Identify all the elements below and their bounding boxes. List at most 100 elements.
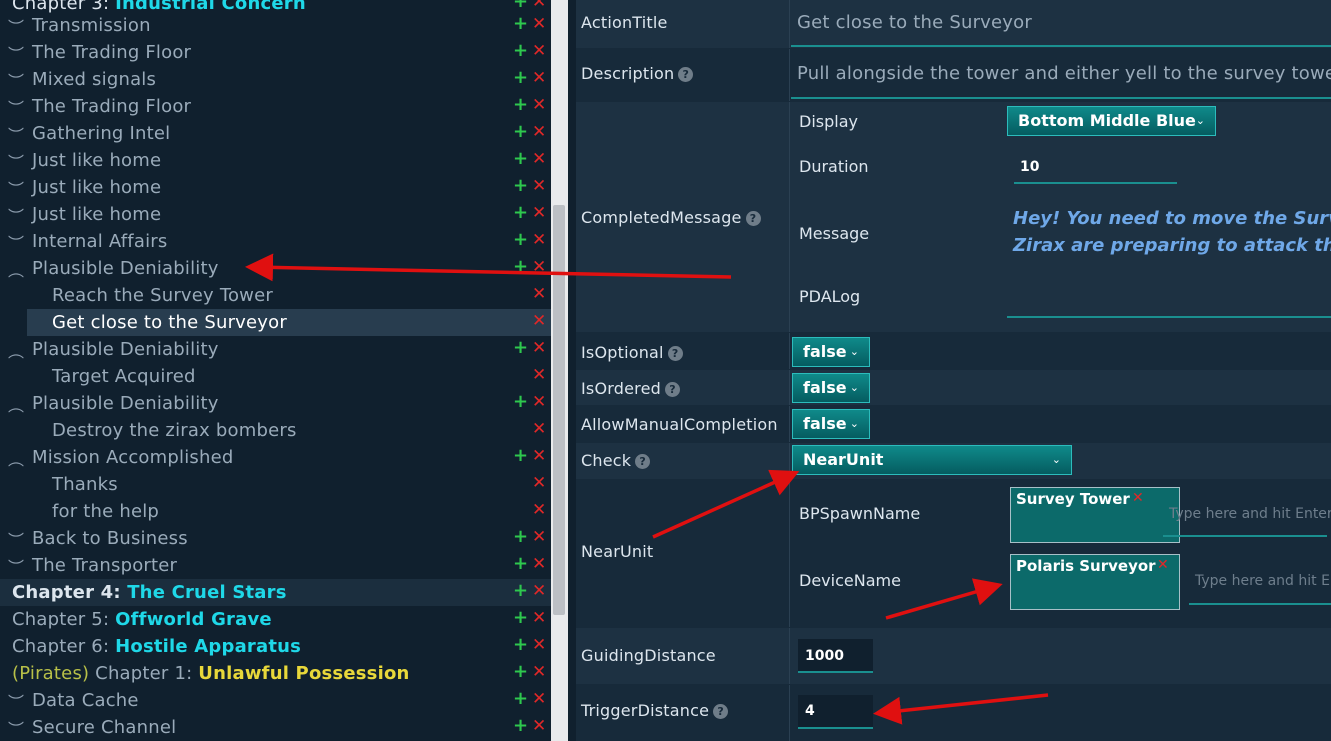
help-icon[interactable]: ? <box>713 704 729 719</box>
collapse-caret-icon[interactable]: ︶ <box>8 716 26 740</box>
allow-manual-dropdown[interactable]: false ⌄ <box>792 409 870 439</box>
collapse-caret-icon[interactable]: ︶ <box>8 122 26 146</box>
collapse-caret-icon[interactable]: ︶ <box>8 554 26 578</box>
tree-chapter-6[interactable]: Chapter 6: Hostile Apparatus + ✕ <box>0 633 551 660</box>
delete-icon[interactable]: ✕ <box>532 284 546 304</box>
tree-scrollbar[interactable] <box>551 0 568 741</box>
help-icon[interactable]: ? <box>635 454 651 469</box>
is-ordered-dropdown[interactable]: false ⌄ <box>792 373 870 403</box>
delete-icon[interactable]: ✕ <box>532 365 546 385</box>
delete-icon[interactable]: ✕ <box>532 257 546 277</box>
delete-icon[interactable]: ✕ <box>532 689 546 709</box>
add-icon[interactable]: + <box>513 202 528 223</box>
collapse-caret-icon[interactable]: ︶ <box>8 68 26 92</box>
help-icon[interactable]: ? <box>664 382 680 397</box>
delete-icon[interactable]: ✕ <box>532 716 546 736</box>
remove-tag-icon[interactable]: ✕ <box>1157 557 1169 573</box>
delete-icon[interactable]: ✕ <box>532 68 546 88</box>
tree-pirates-chapter-1[interactable]: (Pirates) Chapter 1: Unlawful Possession… <box>0 660 551 687</box>
expand-caret-icon[interactable]: ︵ <box>8 392 26 416</box>
collapse-caret-icon[interactable]: ︶ <box>8 527 26 551</box>
add-icon[interactable]: + <box>513 715 528 736</box>
delete-icon[interactable]: ✕ <box>532 338 546 358</box>
action-title-input[interactable]: Get close to the Surveyor <box>797 12 1032 33</box>
tree-item[interactable]: ︵ Plausible Deniability + ✕ <box>0 336 551 363</box>
tree-chapter-4[interactable]: Chapter 4: The Cruel Stars + ✕ <box>0 579 551 606</box>
add-icon[interactable]: + <box>513 661 528 682</box>
collapse-caret-icon[interactable]: ︶ <box>8 41 26 65</box>
add-icon[interactable]: + <box>513 94 528 115</box>
remove-tag-icon[interactable]: ✕ <box>1132 490 1144 506</box>
scrollbar-thumb[interactable] <box>553 205 565 615</box>
delete-icon[interactable]: ✕ <box>532 500 546 520</box>
tree-item[interactable]: ︶ The Trading Floor + ✕ <box>0 93 551 120</box>
tree-item[interactable]: ︶ The Transporter + ✕ <box>0 552 551 579</box>
tree-leaf[interactable]: Destroy the zirax bombers ✕ <box>0 417 551 444</box>
tree-item[interactable]: ︶ Back to Business + ✕ <box>0 525 551 552</box>
expand-caret-icon[interactable]: ︵ <box>8 338 26 362</box>
delete-icon[interactable]: ✕ <box>532 473 546 493</box>
add-icon[interactable]: + <box>513 607 528 628</box>
tree-leaf[interactable]: Reach the Survey Tower ✕ <box>0 282 551 309</box>
tree-leaf[interactable]: Thanks ✕ <box>0 471 551 498</box>
collapse-caret-icon[interactable]: ︶ <box>8 203 26 227</box>
help-icon[interactable]: ? <box>678 67 694 82</box>
tree-item[interactable]: ︶ Gathering Intel + ✕ <box>0 120 551 147</box>
collapse-caret-icon[interactable]: ︶ <box>8 149 26 173</box>
delete-icon[interactable]: ✕ <box>532 662 546 682</box>
is-optional-dropdown[interactable]: false ⌄ <box>792 337 870 367</box>
add-icon[interactable]: + <box>513 13 528 34</box>
add-icon[interactable]: + <box>513 148 528 169</box>
add-icon[interactable]: + <box>513 229 528 250</box>
tree-leaf[interactable]: for the help ✕ <box>0 498 551 525</box>
tree-item[interactable]: ︶ Mixed signals + ✕ <box>0 66 551 93</box>
tree-chapter-5[interactable]: Chapter 5: Offworld Grave + ✕ <box>0 606 551 633</box>
add-icon[interactable]: + <box>513 526 528 547</box>
help-icon[interactable]: ? <box>745 211 761 226</box>
duration-input[interactable]: 10 <box>1020 159 1039 175</box>
tree-item[interactable]: ︶ Just like home + ✕ <box>0 147 551 174</box>
help-icon[interactable]: ? <box>667 346 683 361</box>
tree-item[interactable]: ︶ Data Cache + ✕ <box>0 687 551 714</box>
add-icon[interactable]: + <box>513 121 528 142</box>
delete-icon[interactable]: ✕ <box>532 95 546 115</box>
tree-item[interactable]: ︵ Plausible Deniability + ✕ <box>0 390 551 417</box>
trigger-distance-input[interactable]: 4 <box>805 703 815 719</box>
delete-icon[interactable]: ✕ <box>532 149 546 169</box>
add-icon[interactable]: + <box>513 40 528 61</box>
tree-item[interactable]: ︵ Plausible Deniability + ✕ <box>0 255 551 282</box>
add-icon[interactable]: + <box>513 580 528 601</box>
bp-spawn-name-input[interactable]: Type here and hit Enter <box>1169 506 1331 522</box>
delete-icon[interactable]: ✕ <box>532 527 546 547</box>
add-icon[interactable]: + <box>513 553 528 574</box>
tree-item[interactable]: ︶ Just like home + ✕ <box>0 201 551 228</box>
add-icon[interactable]: + <box>513 391 528 412</box>
collapse-caret-icon[interactable]: ︶ <box>8 689 26 713</box>
tree-item[interactable]: ︵ Mission Accomplished + ✕ <box>0 444 551 471</box>
message-line-2[interactable]: Zirax are preparing to attack the <box>1013 235 1331 256</box>
description-input[interactable]: Pull alongside the tower and either yell… <box>797 63 1331 84</box>
expand-caret-icon[interactable]: ︵ <box>8 257 26 281</box>
add-icon[interactable]: + <box>513 256 528 277</box>
delete-icon[interactable]: ✕ <box>532 230 546 250</box>
tree-item[interactable]: ︶ Just like home + ✕ <box>0 174 551 201</box>
collapse-caret-icon[interactable]: ︶ <box>8 176 26 200</box>
delete-icon[interactable]: ✕ <box>532 392 546 412</box>
display-dropdown[interactable]: Bottom Middle Blue ⌄ <box>1007 106 1216 136</box>
check-dropdown[interactable]: NearUnit ⌄ <box>792 445 1072 475</box>
collapse-caret-icon[interactable]: ︶ <box>8 95 26 119</box>
tree-item[interactable]: ︶ Transmission + ✕ <box>0 12 551 39</box>
add-icon[interactable]: + <box>513 445 528 466</box>
delete-icon[interactable]: ✕ <box>532 14 546 34</box>
collapse-caret-icon[interactable]: ︶ <box>8 230 26 254</box>
delete-icon[interactable]: ✕ <box>532 203 546 223</box>
device-name-input[interactable]: Type here and hit Enter <box>1195 573 1331 589</box>
delete-icon[interactable]: ✕ <box>532 554 546 574</box>
add-icon[interactable]: + <box>513 688 528 709</box>
delete-icon[interactable]: ✕ <box>532 581 546 601</box>
delete-icon[interactable]: ✕ <box>532 446 546 466</box>
delete-icon[interactable]: ✕ <box>532 176 546 196</box>
delete-icon[interactable]: ✕ <box>532 41 546 61</box>
expand-caret-icon[interactable]: ︵ <box>8 446 26 470</box>
collapse-caret-icon[interactable]: ︶ <box>8 14 26 38</box>
